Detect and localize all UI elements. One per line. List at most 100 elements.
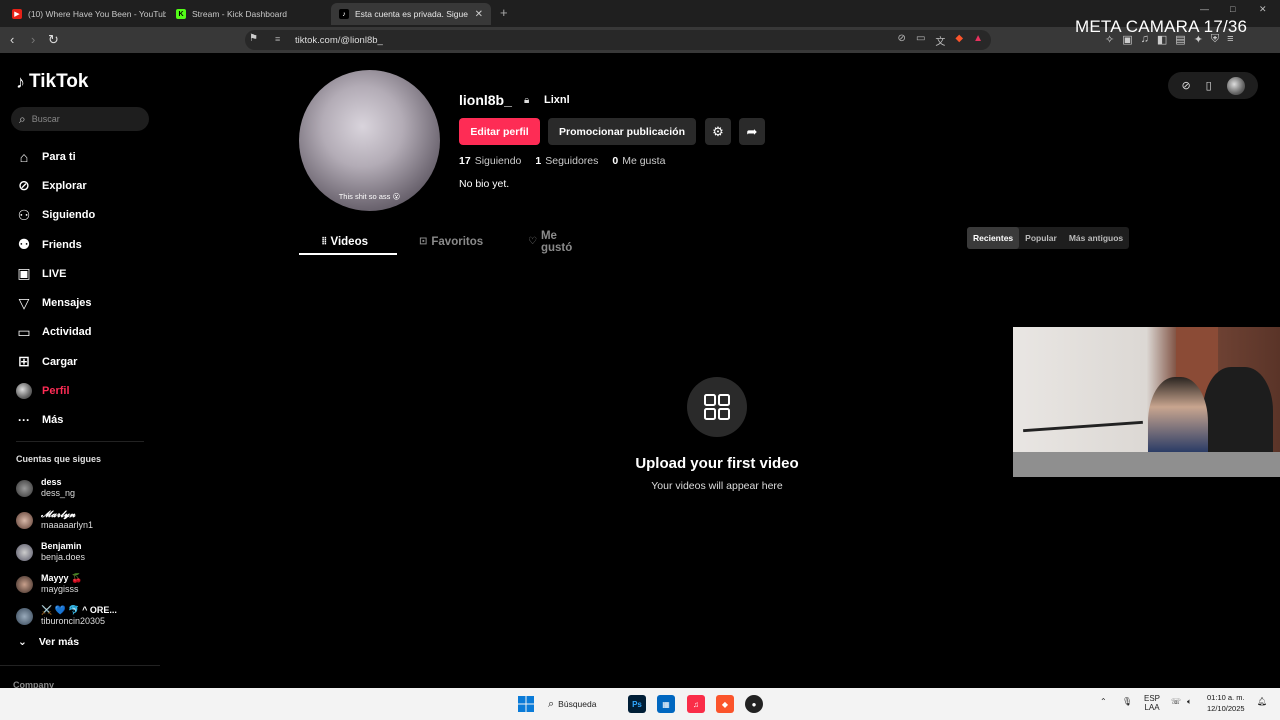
following-account[interactable]: Benjamin benja.does <box>16 536 117 568</box>
sidebar-item-mas[interactable]: ··· Más <box>16 406 95 435</box>
tab-me-gusto[interactable]: ♡ Me gustó <box>528 228 572 255</box>
network-icon[interactable]: ☏ <box>1171 697 1181 706</box>
sidebar-item-cargar[interactable]: ⊞ Cargar <box>16 347 95 376</box>
tiktok-favicon: ♪ <box>339 9 349 19</box>
account-handle: dess_ng <box>41 488 76 498</box>
account-name: Mayyy 🍒 <box>41 572 83 583</box>
avatar[interactable] <box>1226 76 1245 95</box>
empty-state-title: Upload your first video <box>635 455 799 472</box>
clock[interactable]: 01:10 a. m. 12/10/2025 <box>1207 693 1245 714</box>
store-icon[interactable]: ▦ <box>657 695 675 713</box>
sort-recientes[interactable]: Recientes <box>967 227 1020 249</box>
youtube-icon: ▶ <box>12 9 22 19</box>
address-bar[interactable]: ⚑ ≡ tiktok.com/@lionl8b_ ⊘ ▭ 文 ◆ ▲ <box>245 30 991 50</box>
notification-icon[interactable]: 🔔︎ <box>1257 697 1267 706</box>
apple-music-icon[interactable]: ♫ <box>687 695 705 713</box>
minimize-icon[interactable]: — <box>1200 4 1209 14</box>
followers-stat[interactable]: 1 Seguidores <box>535 155 598 167</box>
maximize-icon[interactable]: □ <box>1230 4 1235 14</box>
tab-label: Stream - Kick Dashboard <box>192 9 287 19</box>
promote-post-button[interactable]: Promocionar publicación <box>548 118 696 145</box>
following-account[interactable]: dess dess_ng <box>16 472 117 504</box>
sidebar-item-mensajes[interactable]: ▽ Mensajes <box>16 288 95 317</box>
empty-grid-icon <box>687 377 747 437</box>
bookmark-icon: ⊡ <box>419 236 428 247</box>
profile-username: lionl8b_ <box>459 92 512 108</box>
back-icon[interactable]: ‹ <box>10 32 14 48</box>
settings-button[interactable]: ⚙ <box>705 118 731 145</box>
search-input[interactable]: ⌕ Buscar <box>11 107 149 131</box>
search-placeholder: Buscar <box>31 114 60 124</box>
sidebar-item-live[interactable]: ▣ LIVE <box>16 259 95 288</box>
brave-shield-icon[interactable]: ◆ <box>955 33 963 48</box>
tab-tiktok[interactable]: ♪ Esta cuenta es privada. Sigue es ✕ <box>331 3 491 25</box>
gear-icon: ⚙ <box>712 123 724 139</box>
sidebar-item-explorar[interactable]: ⊘ Explorar <box>16 171 95 200</box>
sidebar-item-label: Friends <box>42 238 82 251</box>
brave-icon[interactable]: ◆ <box>716 695 734 713</box>
rewards-icon[interactable]: ▲ <box>973 33 983 48</box>
site-settings-icon[interactable]: ≡ <box>275 34 280 44</box>
following-count: 17 <box>459 155 471 167</box>
top-right-controls: ⊘ ▯ <box>1168 72 1258 99</box>
account-name: dess <box>41 476 62 487</box>
microphone-icon[interactable]: 🎙︎ <box>1122 697 1132 706</box>
account-handle: benja.does <box>41 552 86 562</box>
following-stat[interactable]: 17 Siguiendo <box>459 155 521 167</box>
sidebar-item-actividad[interactable]: ▭ Actividad <box>16 318 95 347</box>
following-account[interactable]: 𝓜𝓪𝓻𝓵𝔂𝓷 maaaaarlyn1 <box>16 504 117 536</box>
coin-icon[interactable]: ⊘ <box>1181 79 1190 92</box>
sidebar-item-label: Siguiendo <box>42 209 96 222</box>
following-label: Siguiendo <box>474 155 522 167</box>
tab-kick[interactable]: K Stream - Kick Dashboard <box>168 3 328 25</box>
translate-icon[interactable]: 文 <box>935 33 945 48</box>
windows-start-icon[interactable] <box>517 695 535 713</box>
sidebar-item-label: Actividad <box>42 326 92 339</box>
sidebar-item-label: Para ti <box>42 150 76 163</box>
new-tab-button[interactable]: + <box>500 5 508 20</box>
avatar-caption: This shit so ass 😮 <box>338 192 401 201</box>
device-icon[interactable]: ▯ <box>1206 79 1212 92</box>
obs-icon[interactable]: ● <box>745 695 763 713</box>
profile-avatar[interactable]: This shit so ass 😮 <box>299 70 440 211</box>
tiktok-logo[interactable]: ♪ TikTok <box>16 71 88 93</box>
sort-mas-antiguos[interactable]: Más antiguos <box>1063 227 1129 249</box>
language-secondary: LAA <box>1144 703 1160 712</box>
sidebar-item-perfil[interactable]: Perfil <box>16 376 95 405</box>
profile-stats: 17 Siguiendo 1 Seguidores 0 Me gusta <box>459 155 665 167</box>
cast-icon[interactable]: ▭ <box>916 33 925 48</box>
forward-icon[interactable]: › <box>31 32 35 48</box>
tray-chevron-icon[interactable]: ⌃ <box>1100 697 1107 706</box>
close-window-icon[interactable]: ✕ <box>1259 4 1267 15</box>
sort-popular[interactable]: Popular <box>1019 227 1063 249</box>
following-account[interactable]: Mayyy 🍒 maygisss <box>16 568 117 600</box>
following-account[interactable]: ⚔️ 💙 🐬 ^ ORE... tiburoncin20305 <box>16 600 117 632</box>
see-more-button[interactable]: ⌄ Ver más <box>18 636 79 648</box>
webcam-desk <box>1013 452 1280 477</box>
photoshop-icon[interactable]: Ps <box>628 695 646 713</box>
tab-favoritos[interactable]: ⊡ Favoritos <box>419 228 483 255</box>
bookmark-icon[interactable]: ⚑ <box>249 33 258 44</box>
tab-youtube[interactable]: ▶ (10) Where Have You Been - YouTube <box>4 3 166 25</box>
profile-avatar-icon <box>16 383 32 400</box>
sidebar-item-friends[interactable]: ⚉ Friends <box>16 230 95 259</box>
share-button[interactable]: ➦ <box>739 118 765 145</box>
language-indicator[interactable]: ESP LAA <box>1144 694 1160 712</box>
sidebar-item-siguiendo[interactable]: ⚇ Siguiendo <box>16 201 95 230</box>
volume-icon[interactable]: 🔈︎ <box>1187 697 1192 707</box>
edit-profile-button[interactable]: Editar perfil <box>459 118 540 145</box>
sidebar-item-label: Mensajes <box>42 297 92 310</box>
tiktok-note-icon: ♪ <box>16 71 25 92</box>
close-tab-icon[interactable]: ✕ <box>475 9 483 20</box>
divider <box>0 665 160 666</box>
no-tracking-icon[interactable]: ⊘ <box>898 33 906 48</box>
avatar <box>16 479 33 497</box>
messages-icon: ▽ <box>18 294 30 311</box>
tab-videos[interactable]: ⦙⦙ Videos <box>322 228 368 255</box>
share-icon: ➦ <box>746 123 758 139</box>
tab-label: Favoritos <box>431 235 484 248</box>
taskbar-search[interactable]: ⌕ Búsqueda <box>548 694 596 714</box>
avatar <box>16 511 33 529</box>
reload-icon[interactable]: ↻ <box>48 32 59 48</box>
sidebar-item-para-ti[interactable]: ⌂ Para ti <box>16 142 95 171</box>
